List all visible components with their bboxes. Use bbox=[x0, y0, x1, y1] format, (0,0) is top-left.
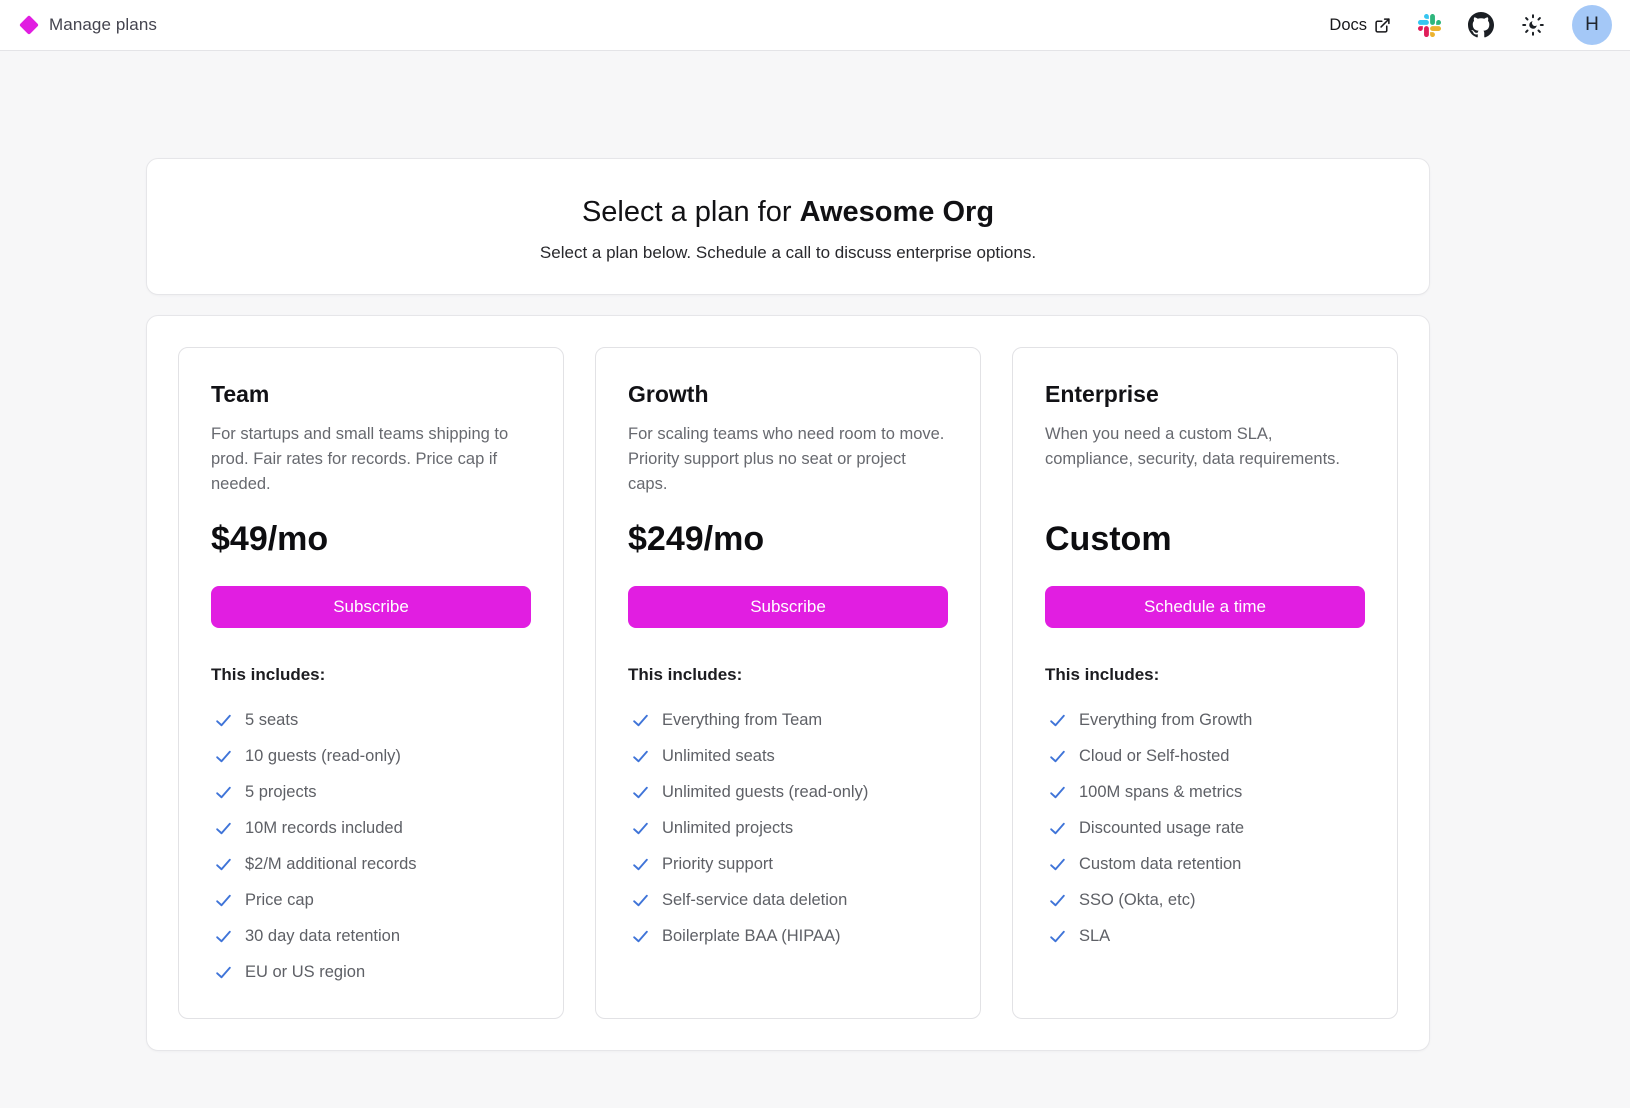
slack-link[interactable] bbox=[1418, 14, 1441, 37]
plan-cta-button[interactable]: Subscribe bbox=[628, 586, 948, 628]
feature-list: Everything from Growth Cloud or Self-host… bbox=[1045, 708, 1365, 948]
check-icon bbox=[214, 891, 233, 910]
check-icon bbox=[1048, 855, 1067, 874]
feature-item: Custom data retention bbox=[1045, 852, 1365, 876]
external-link-icon bbox=[1374, 17, 1391, 34]
plan-name: Enterprise bbox=[1045, 381, 1365, 408]
check-icon bbox=[214, 747, 233, 766]
feature-item: 5 seats bbox=[211, 708, 531, 732]
plan-name: Team bbox=[211, 381, 531, 408]
feature-item: Discounted usage rate bbox=[1045, 816, 1365, 840]
check-icon bbox=[1048, 819, 1067, 838]
plan-description: For startups and small teams shipping to… bbox=[211, 422, 531, 499]
check-icon bbox=[631, 783, 650, 802]
plan-price: $49/mo bbox=[211, 518, 531, 560]
avatar[interactable]: H bbox=[1572, 5, 1612, 45]
includes-label: This includes: bbox=[211, 665, 531, 685]
feature-item: 30 day data retention bbox=[211, 924, 531, 948]
intro-title: Select a plan for Awesome Org bbox=[187, 192, 1389, 232]
brand-diamond-icon bbox=[19, 15, 39, 35]
sun-moon-theme-toggle-icon bbox=[1521, 13, 1545, 37]
github-icon bbox=[1468, 12, 1494, 38]
check-icon bbox=[1048, 747, 1067, 766]
plans-card: Team For startups and small teams shippi… bbox=[146, 315, 1430, 1051]
main-content: Select a plan for Awesome Org Select a p… bbox=[146, 51, 1430, 1051]
feature-item: Everything from Team bbox=[628, 708, 948, 732]
check-icon bbox=[1048, 783, 1067, 802]
check-icon bbox=[1048, 711, 1067, 730]
feature-item: Price cap bbox=[211, 888, 531, 912]
feature-list: Everything from Team Unlimited seats Unlim… bbox=[628, 708, 948, 948]
feature-item: 10 guests (read-only) bbox=[211, 744, 531, 768]
check-icon bbox=[631, 855, 650, 874]
plan-cta-button[interactable]: Subscribe bbox=[211, 586, 531, 628]
check-icon bbox=[214, 819, 233, 838]
intro-title-prefix: Select a plan for bbox=[582, 196, 800, 228]
top-bar: Manage plans Docs bbox=[0, 0, 1630, 51]
plan-cta-button[interactable]: Schedule a time bbox=[1045, 586, 1365, 628]
check-icon bbox=[214, 927, 233, 946]
plan-name: Growth bbox=[628, 381, 948, 408]
includes-label: This includes: bbox=[1045, 665, 1365, 685]
feature-item: Priority support bbox=[628, 852, 948, 876]
docs-link[interactable]: Docs bbox=[1329, 16, 1391, 35]
org-name: Awesome Org bbox=[800, 196, 994, 228]
check-icon bbox=[214, 711, 233, 730]
feature-list: 5 seats 10 guests (read-only) 5 projects 10… bbox=[211, 708, 531, 984]
plan-card: Growth For scaling teams who need room t… bbox=[595, 347, 981, 1019]
plan-price: $249/mo bbox=[628, 518, 948, 560]
check-icon bbox=[1048, 927, 1067, 946]
plan-description: When you need a custom SLA, compliance, … bbox=[1045, 422, 1365, 499]
plans-row: Team For startups and small teams shippi… bbox=[178, 347, 1398, 1019]
feature-item: SSO (Okta, etc) bbox=[1045, 888, 1365, 912]
includes-label: This includes: bbox=[628, 665, 948, 685]
plan-card: Enterprise When you need a custom SLA, c… bbox=[1012, 347, 1398, 1019]
check-icon bbox=[631, 927, 650, 946]
feature-item: SLA bbox=[1045, 924, 1365, 948]
check-icon bbox=[631, 747, 650, 766]
plan-price: Custom bbox=[1045, 518, 1365, 560]
feature-item: Boilerplate BAA (HIPAA) bbox=[628, 924, 948, 948]
check-icon bbox=[214, 963, 233, 982]
feature-item: Cloud or Self-hosted bbox=[1045, 744, 1365, 768]
docs-link-label: Docs bbox=[1329, 16, 1367, 35]
slack-icon bbox=[1418, 14, 1441, 37]
feature-item: Self-service data deletion bbox=[628, 888, 948, 912]
check-icon bbox=[214, 855, 233, 874]
feature-item: 100M spans & metrics bbox=[1045, 780, 1365, 804]
intro-subtitle: Select a plan below. Schedule a call to … bbox=[187, 241, 1389, 265]
check-icon bbox=[214, 783, 233, 802]
github-link[interactable] bbox=[1468, 12, 1494, 38]
feature-item: Unlimited seats bbox=[628, 744, 948, 768]
plan-description: For scaling teams who need room to move.… bbox=[628, 422, 948, 499]
check-icon bbox=[631, 711, 650, 730]
feature-item: 10M records included bbox=[211, 816, 531, 840]
check-icon bbox=[631, 891, 650, 910]
feature-item: Unlimited guests (read-only) bbox=[628, 780, 948, 804]
check-icon bbox=[631, 819, 650, 838]
theme-toggle-button[interactable] bbox=[1521, 13, 1545, 37]
page-title: Manage plans bbox=[49, 15, 157, 35]
check-icon bbox=[1048, 891, 1067, 910]
feature-item: Everything from Growth bbox=[1045, 708, 1365, 732]
feature-item: $2/M additional records bbox=[211, 852, 531, 876]
plan-card: Team For startups and small teams shippi… bbox=[178, 347, 564, 1019]
feature-item: 5 projects bbox=[211, 780, 531, 804]
intro-card: Select a plan for Awesome Org Select a p… bbox=[146, 158, 1430, 295]
feature-item: Unlimited projects bbox=[628, 816, 948, 840]
feature-item: EU or US region bbox=[211, 960, 531, 984]
